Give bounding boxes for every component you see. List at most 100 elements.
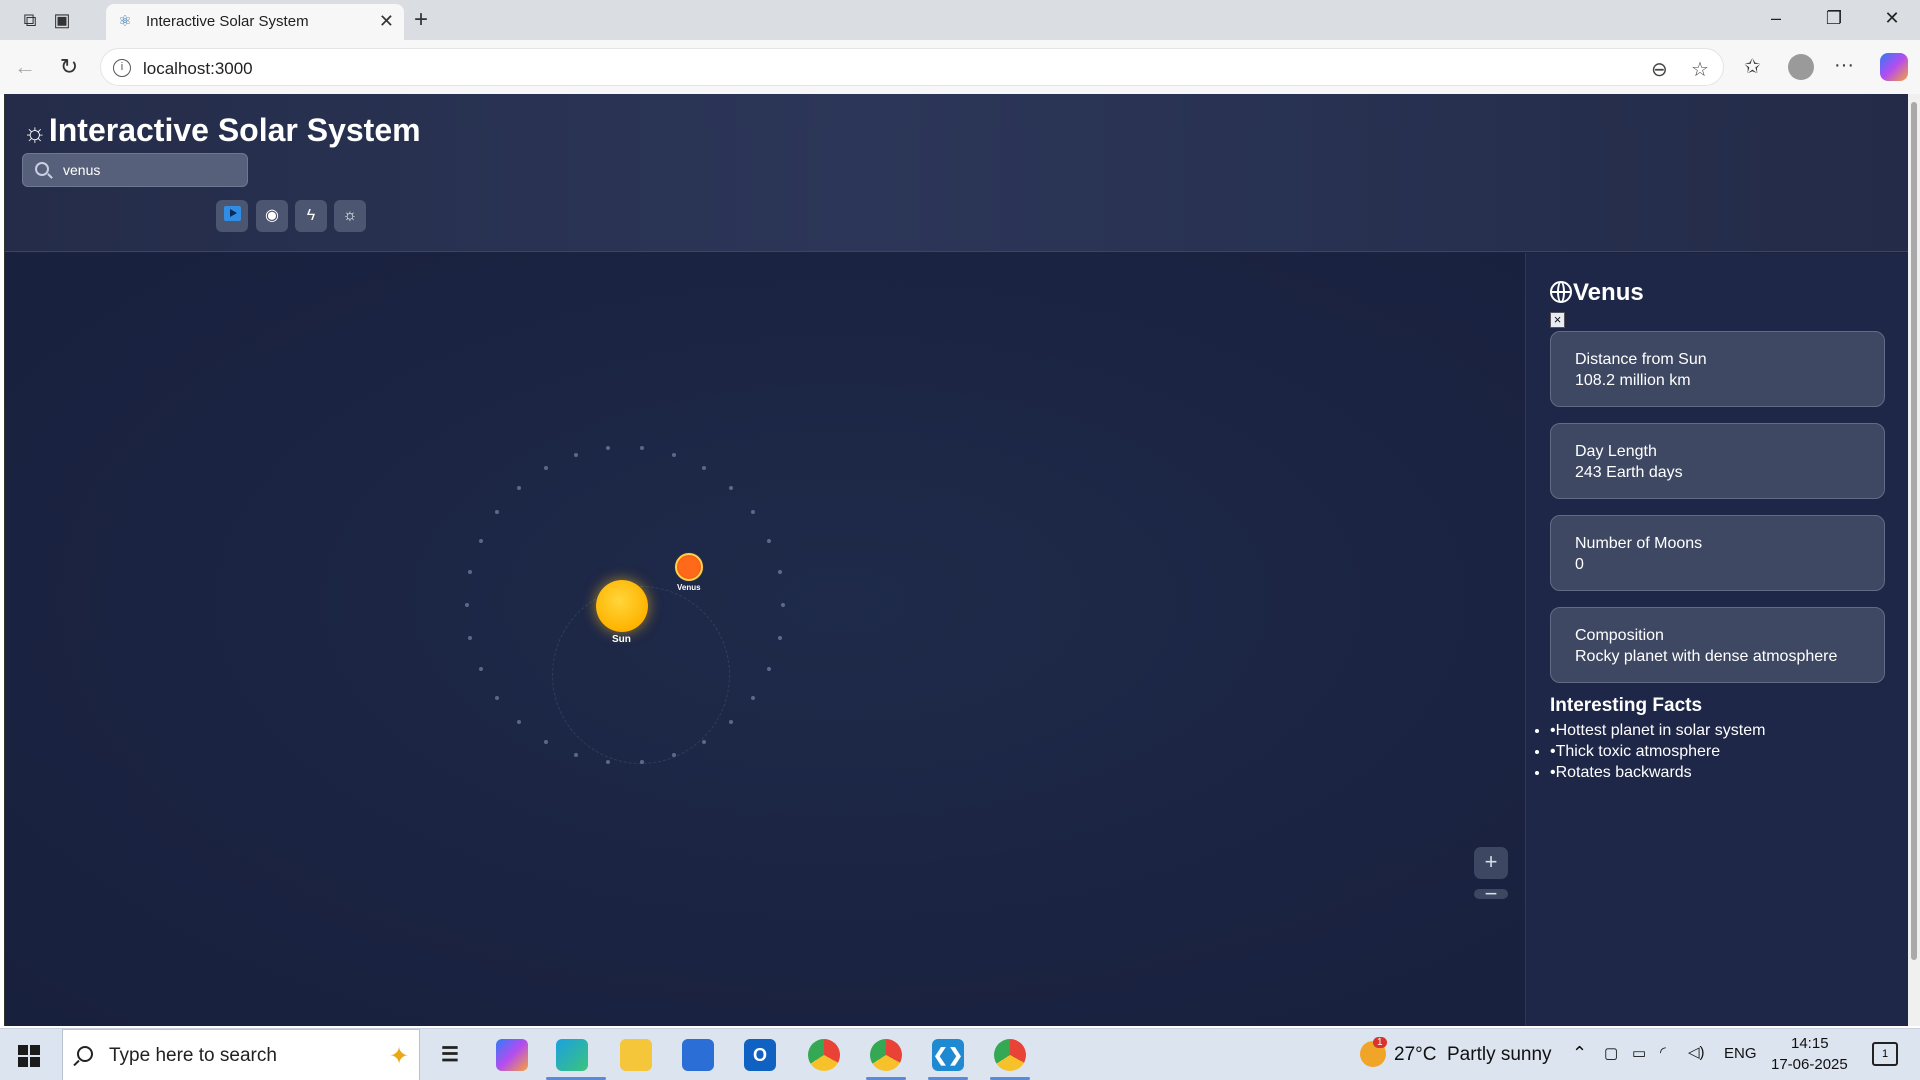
chrome-profile-icon[interactable] <box>994 1039 1026 1071</box>
orbit-dot <box>702 466 706 471</box>
file-explorer-icon[interactable] <box>620 1039 652 1071</box>
close-panel-button[interactable]: × <box>1550 312 1565 328</box>
url-text[interactable]: localhost:3000 <box>143 59 253 79</box>
orbit-dot <box>478 667 483 672</box>
card-label: Distance from Sun <box>1575 351 1707 368</box>
site-info-icon[interactable]: i <box>113 59 131 77</box>
scrollbar-thumb[interactable] <box>1911 102 1917 960</box>
meet-icon[interactable]: ▢ <box>1604 1044 1618 1062</box>
tab-actions-icon[interactable]: ▣ <box>50 8 74 32</box>
info-card-moons: Number of Moons 0 <box>1550 515 1885 591</box>
orbit-dot <box>702 739 706 744</box>
tab-close-icon[interactable]: ✕ <box>379 11 394 32</box>
info-card-distance: Distance from Sun 108.2 million km <box>1550 331 1885 407</box>
store-icon[interactable] <box>682 1039 714 1071</box>
orbit-dot <box>517 485 522 490</box>
windows-start-icon[interactable] <box>18 1045 40 1067</box>
panel-title: Venus <box>1550 279 1644 307</box>
toggle-orbits-button[interactable]: ◉ <box>256 200 288 232</box>
search-icon <box>77 1046 93 1062</box>
play-button[interactable] <box>216 200 248 232</box>
speed-button[interactable]: ϟ <box>295 200 327 232</box>
orbit-dot <box>544 739 548 744</box>
orbit-dot <box>781 603 785 607</box>
sun[interactable] <box>596 580 648 632</box>
taskbar: Type here to search ✦ ☰ O ❮❯ 1 27°C Part… <box>0 1028 1920 1080</box>
solar-system-canvas[interactable]: Sun Venus + − <box>5 253 1525 1026</box>
zoom-out-button[interactable]: − <box>1474 889 1508 899</box>
new-tab-icon[interactable]: + <box>414 6 428 34</box>
copilot-icon[interactable] <box>1880 53 1908 81</box>
solar-system-app: ☼Interactive Solar System ◉ ϟ ☼ Sun Venu… <box>4 94 1908 1026</box>
taskbar-search[interactable]: Type here to search ✦ <box>62 1029 420 1080</box>
profile-avatar[interactable] <box>1788 54 1814 80</box>
notification-center-icon[interactable]: 1 <box>1872 1042 1898 1066</box>
page-scrollbar[interactable] <box>1908 94 1920 1026</box>
favorites-icon[interactable]: ✩ <box>1744 54 1761 79</box>
browser-tab[interactable]: ⚛ Interactive Solar System ✕ <box>106 4 404 40</box>
orbit-dot <box>465 603 469 607</box>
back-icon[interactable]: ← <box>12 54 38 80</box>
chrome-profile-icon[interactable] <box>870 1039 902 1071</box>
weather-text[interactable]: 27°C Partly sunny <box>1394 1044 1552 1066</box>
orbit-dot <box>728 485 733 490</box>
chevron-up-icon[interactable]: ⌃ <box>1572 1043 1587 1064</box>
orbit-dot <box>606 760 611 765</box>
workspaces-icon[interactable]: ⧉ <box>18 8 42 32</box>
planet-search[interactable] <box>22 153 248 187</box>
address-bar[interactable]: i localhost:3000 ⊖ ☆ <box>100 48 1724 86</box>
copilot-app-icon[interactable] <box>496 1039 528 1071</box>
minimize-icon[interactable]: – <box>1764 8 1788 32</box>
volume-icon[interactable]: ◁) <box>1688 1043 1705 1061</box>
react-favicon-icon: ⚛ <box>118 13 132 30</box>
orbit-dot <box>606 445 611 450</box>
globe-icon <box>1550 281 1572 303</box>
orbit-dot <box>574 452 579 457</box>
close-window-icon[interactable]: ✕ <box>1880 8 1904 32</box>
orbit-dot <box>750 510 755 515</box>
orbit-dot <box>767 538 772 543</box>
eye-icon: ◉ <box>265 207 279 224</box>
orbit-dot <box>767 667 772 672</box>
restore-icon[interactable]: ❐ <box>1822 8 1846 32</box>
wifi-icon[interactable]: ◜ <box>1660 1043 1666 1061</box>
orbit-dot <box>639 445 644 450</box>
orbit-dot <box>478 538 483 543</box>
edge-app-icon[interactable] <box>556 1039 588 1071</box>
favorite-star-icon[interactable]: ☆ <box>1691 57 1709 82</box>
outlook-icon[interactable]: O <box>744 1039 776 1071</box>
orbit-dot <box>517 720 522 725</box>
list-item: •Rotates backwards <box>1550 762 1765 783</box>
task-view-icon[interactable]: ☰ <box>434 1039 466 1071</box>
sun-icon: ☼ <box>23 117 47 147</box>
reload-icon[interactable]: ↻ <box>56 54 82 80</box>
sun-icon: ☼ <box>342 207 358 224</box>
theme-button[interactable]: ☼ <box>334 200 366 232</box>
more-menu-icon[interactable]: ··· <box>1834 54 1854 77</box>
search-input[interactable] <box>63 160 239 180</box>
weather-badge: 1 <box>1373 1037 1387 1048</box>
card-label: Number of Moons <box>1575 535 1703 552</box>
orbit-dot <box>728 720 733 725</box>
planet-venus[interactable] <box>675 553 703 581</box>
zoom-in-button[interactable]: + <box>1474 847 1508 879</box>
info-card-day-length: Day Length 243 Earth days <box>1550 423 1885 499</box>
facts-title: Interesting Facts <box>1550 695 1703 716</box>
orbit-dot <box>468 635 473 640</box>
language-indicator[interactable]: ENG <box>1724 1045 1757 1062</box>
orbit-dot <box>750 695 755 700</box>
battery-icon[interactable]: ▭ <box>1632 1044 1646 1062</box>
lightning-icon: ϟ <box>306 207 316 224</box>
clock-time[interactable]: 14:15 <box>1791 1035 1829 1052</box>
zoom-icon[interactable]: ⊖ <box>1651 57 1668 82</box>
orbit-dot <box>495 510 500 515</box>
clock-date[interactable]: 17-06-2025 <box>1771 1056 1848 1073</box>
browser-toolbar: ← ↻ i localhost:3000 ⊖ ☆ ✩ ··· <box>0 40 1920 94</box>
vscode-icon[interactable]: ❮❯ <box>932 1039 964 1071</box>
tab-title: Interactive Solar System <box>146 13 309 30</box>
card-label: Day Length <box>1575 443 1657 460</box>
card-value: Rocky planet with dense atmosphere <box>1575 648 1838 665</box>
chrome-icon[interactable] <box>808 1039 840 1071</box>
card-value: 108.2 million km <box>1575 372 1691 389</box>
card-label: Composition <box>1575 627 1664 644</box>
